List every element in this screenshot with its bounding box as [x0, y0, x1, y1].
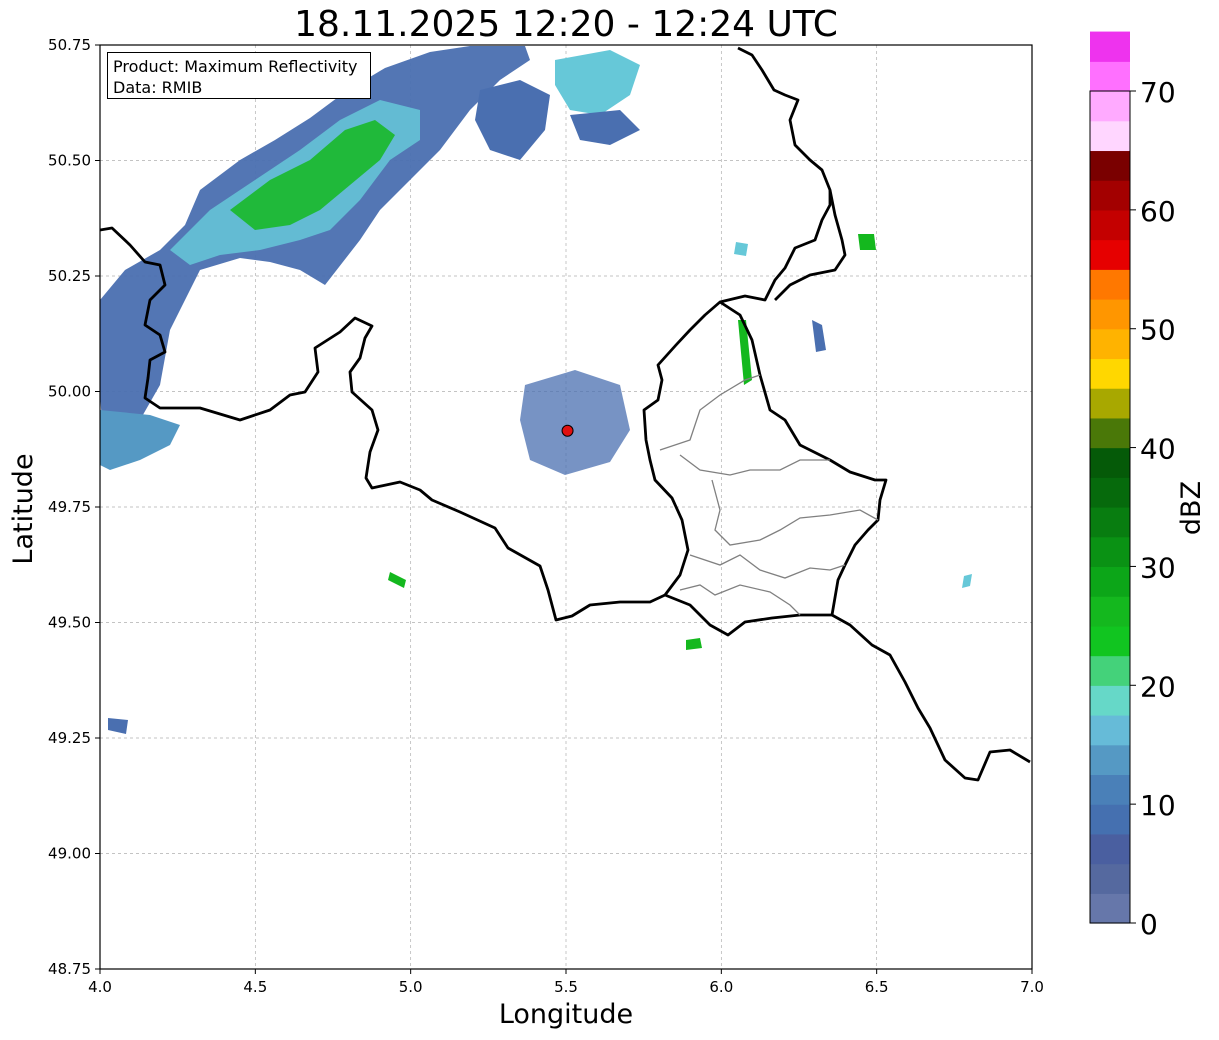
colorbar-segment — [1090, 507, 1130, 538]
colorbar-segment — [1090, 625, 1130, 657]
x-tick-label: 5.5 — [554, 978, 578, 996]
colorbar-segment — [1090, 328, 1130, 360]
colorbar-tick-label: 0 — [1140, 908, 1158, 941]
colorbar-segment — [1090, 209, 1130, 241]
colorbar-tick-label: 20 — [1140, 670, 1176, 703]
y-tick-label: 49.00 — [48, 845, 91, 863]
colorbar-segment — [1090, 417, 1130, 449]
colorbar-tick-label: 40 — [1140, 433, 1176, 466]
x-tick-label: 6.5 — [865, 978, 889, 996]
colorbar-segment — [1090, 299, 1130, 330]
y-tick-label: 49.25 — [48, 729, 91, 747]
colorbar-tick-label: 10 — [1140, 789, 1176, 822]
echo-spot-2 — [734, 242, 748, 256]
y-axis-label: Latitude — [8, 453, 39, 565]
echo-spot-1 — [858, 234, 876, 250]
y-tick-label: 50.75 — [48, 36, 91, 54]
colorbar-segment — [1090, 536, 1130, 568]
y-tick-label: 49.75 — [48, 498, 91, 516]
colorbar-tick-label: 60 — [1140, 195, 1176, 228]
colorbar-segment — [1090, 685, 1130, 716]
y-tick-label: 48.75 — [48, 960, 91, 978]
y-axis-ticks: 48.75 49.00 49.25 49.50 49.75 50.00 50.25 50.50… — [48, 36, 100, 978]
colorbar-segment — [1090, 61, 1130, 92]
radar-site-marker — [561, 424, 574, 437]
colorbar-segment — [1090, 477, 1130, 508]
colorbar-segment — [1090, 269, 1130, 300]
colorbar-segment — [1090, 566, 1130, 597]
colorbar-label: dBZ — [1176, 480, 1207, 536]
colorbar-segment — [1090, 893, 1130, 924]
colorbar-tick-label: 30 — [1140, 551, 1176, 584]
y-tick-label: 50.00 — [48, 383, 91, 401]
colorbar-segment — [1090, 596, 1130, 627]
data-source-line: Data: RMIB — [113, 78, 203, 97]
colorbar-segment — [1090, 150, 1130, 181]
colorbar-segment — [1090, 863, 1130, 894]
echo-spot-4 — [686, 638, 702, 650]
x-tick-label: 5.0 — [399, 978, 423, 996]
y-tick-label: 50.50 — [48, 152, 91, 170]
colorbar-segment — [1090, 180, 1130, 211]
y-tick-label: 49.50 — [48, 614, 91, 632]
colorbar-segment — [1090, 388, 1130, 419]
colorbar-segment — [1090, 774, 1130, 805]
x-tick-label: 4.0 — [88, 978, 112, 996]
colorbar-segment — [1090, 447, 1130, 478]
colorbar-segment — [1090, 120, 1130, 152]
radar-site-dot — [561, 424, 574, 437]
colorbar-segment — [1090, 91, 1130, 122]
map-figure: 4.0 4.5 5.0 5.5 6.0 6.5 7.0 48.75 49.00 49.25 49.… — [48, 31, 1176, 996]
colorbar — [1089, 31, 1131, 924]
colorbar-segment — [1090, 804, 1130, 835]
colorbar-ticks: 0 10 20 30 40 50 60 70 — [1130, 76, 1176, 941]
x-tick-label: 6.0 — [709, 978, 733, 996]
colorbar-tick-label: 70 — [1140, 76, 1176, 109]
colorbar-segment — [1090, 358, 1130, 389]
colorbar-segment — [1090, 239, 1130, 270]
x-tick-label: 4.5 — [243, 978, 267, 996]
colorbar-segment — [1090, 31, 1130, 62]
colorbar-tick-label: 50 — [1140, 314, 1176, 347]
product-info-box: Product: Maximum Reflectivity Data: RMIB — [107, 52, 371, 99]
product-info-line: Product: Maximum Reflectivity — [113, 57, 358, 76]
y-tick-label: 50.25 — [48, 267, 91, 285]
colorbar-segment — [1090, 655, 1130, 686]
x-axis-label: Longitude — [498, 999, 634, 1030]
colorbar-segment — [1090, 715, 1130, 746]
colorbar-segment — [1090, 744, 1130, 776]
x-axis-ticks: 4.0 4.5 5.0 5.5 6.0 6.5 7.0 — [88, 969, 1044, 996]
x-tick-label: 7.0 — [1020, 978, 1044, 996]
colorbar-segment — [1090, 833, 1130, 865]
